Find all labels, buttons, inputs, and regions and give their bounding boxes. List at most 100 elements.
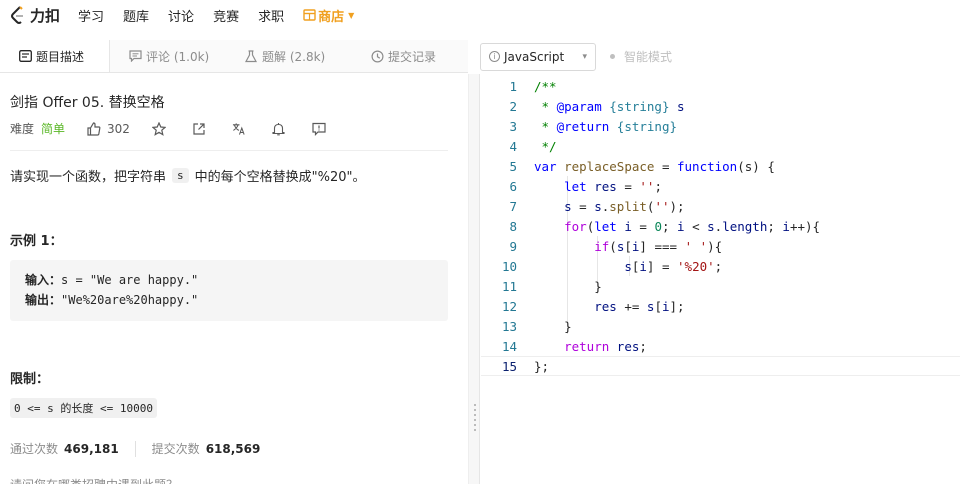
example-output-label: 输出：	[25, 293, 62, 307]
store-icon	[303, 9, 316, 21]
code-line: 13 }	[481, 316, 960, 336]
comment-icon	[128, 49, 142, 63]
description-icon	[18, 49, 32, 63]
difficulty-label: 难度	[10, 122, 35, 136]
info-icon: i	[489, 51, 500, 62]
code-line: 12 res += s[i];	[481, 296, 960, 316]
code-line: 6 let res = '';	[481, 176, 960, 196]
limit-title: 限制：	[10, 372, 50, 387]
code-line-current: 15};	[481, 356, 960, 376]
code-line: 5 var replaceSpace = function(s) {	[481, 156, 960, 176]
translate-icon[interactable]	[232, 122, 246, 136]
stats-divider	[134, 440, 136, 457]
nav-contest[interactable]: 竞赛	[213, 6, 239, 25]
interview-question-prompt[interactable]: 请问您在哪类招聘中遇到此题？	[10, 476, 178, 484]
logo-icon	[10, 6, 26, 24]
line-number: 9	[509, 238, 517, 254]
language-value: JavaScript	[504, 49, 565, 64]
nav-store[interactable]: 商店 ▼	[303, 6, 354, 25]
feedback-icon[interactable]	[312, 122, 326, 136]
like-button[interactable]: 302	[87, 122, 130, 136]
difficulty-badge: 简单	[41, 122, 66, 136]
line-number: 1	[509, 78, 517, 94]
nav-jobs[interactable]: 求职	[258, 6, 284, 25]
top-navbar: 力扣 学习 题库 讨论 竞赛 求职 商店 ▼	[0, 0, 960, 30]
divider	[10, 150, 448, 151]
example-title: 示例 1：	[10, 234, 63, 249]
thumbs-up-icon	[87, 121, 101, 136]
example-output: "We%20are%20happy."	[61, 293, 199, 307]
code-line: 1/**	[481, 76, 960, 96]
nav-problems[interactable]: 题库	[123, 6, 149, 25]
accepted-label: 通过次数	[10, 442, 59, 456]
description-text: 请实现一个函数，把字符串	[10, 170, 167, 185]
tab-solutions-label: 题解 (2.8k)	[262, 49, 326, 64]
code-editor[interactable]: 1/** 2 * @param {string} s 3 * @return {…	[481, 74, 960, 484]
bell-icon[interactable]	[272, 122, 286, 136]
submitted-label: 提交次数	[151, 442, 200, 456]
problem-description: 请实现一个函数，把字符串 s 中的每个空格替换成"%20"。	[10, 166, 366, 185]
line-number: 12	[501, 298, 517, 314]
dot-icon	[610, 54, 615, 59]
chevron-down-icon: ▼	[348, 10, 355, 20]
like-count: 302	[107, 121, 130, 136]
drag-grip-icon	[474, 404, 476, 434]
tab-comments-label: 评论 (1.0k)	[146, 49, 210, 64]
accepted-count: 469,181	[64, 441, 119, 456]
tab-comments[interactable]: 评论 (1.0k)	[110, 40, 226, 72]
line-number: 14	[501, 338, 517, 354]
description-text-end: 中的每个空格替换成"%20"。	[194, 170, 366, 185]
logo-text: 力扣	[30, 6, 61, 25]
code-line: 2 * @param {string} s	[481, 96, 960, 116]
problem-title: 剑指 Offer 05. 替换空格	[10, 95, 165, 111]
nav-discuss[interactable]: 讨论	[168, 6, 194, 25]
submission-stats: 通过次数 469,181 提交次数 618,569	[10, 440, 260, 457]
leetcode-logo[interactable]: 力扣	[10, 5, 60, 26]
smart-mode-label: 智能模式	[624, 50, 673, 64]
smart-mode-toggle[interactable]: 智能模式	[610, 48, 672, 65]
code-line: 14 return res;	[481, 336, 960, 356]
problem-description-panel: 剑指 Offer 05. 替换空格 难度 简单 302 请实现一个函数，把字符串…	[0, 74, 468, 484]
line-number: 13	[501, 318, 517, 334]
line-number: 8	[509, 218, 517, 234]
line-number: 2	[509, 98, 517, 114]
inline-code: s	[172, 168, 189, 183]
line-number: 5	[509, 158, 517, 174]
nav-learn[interactable]: 学习	[78, 6, 104, 25]
tab-submissions[interactable]: 提交记录	[352, 40, 468, 72]
tab-solutions[interactable]: 题解 (2.8k)	[226, 40, 352, 72]
code-line: 10 s[i] = '%20';	[481, 256, 960, 276]
line-number: 10	[501, 258, 517, 274]
example-block: 输入：s = "We are happy." 输出："We%20are%20ha…	[10, 260, 448, 321]
submitted-count: 618,569	[205, 441, 261, 456]
code-line: 4 */	[481, 136, 960, 156]
line-number: 7	[509, 198, 517, 214]
line-number: 3	[509, 118, 517, 134]
code-line: 3 * @return {string}	[481, 116, 960, 136]
line-number: 11	[501, 278, 517, 294]
editor-toolbar: i JavaScript ▾ 智能模式	[470, 40, 960, 73]
chevron-down-icon: ▾	[582, 51, 587, 62]
line-number: 4	[509, 138, 517, 154]
panel-resize-handle[interactable]	[468, 74, 480, 484]
line-number: 6	[509, 178, 517, 194]
flask-icon	[244, 49, 258, 63]
tab-description-label: 题目描述	[36, 49, 85, 64]
problem-meta: 难度 简单 302	[10, 120, 352, 137]
language-select[interactable]: i JavaScript ▾	[480, 42, 596, 71]
code-line: 8 for(let i = 0; i < s.length; i++){	[481, 216, 960, 236]
example-input: s = "We are happy."	[61, 273, 199, 287]
store-label: 商店	[318, 9, 345, 25]
code-line: 7 s = s.split('');	[481, 196, 960, 216]
tab-submissions-label: 提交记录	[388, 49, 437, 64]
code-line: 11 }	[481, 276, 960, 296]
tab-description[interactable]: 题目描述	[0, 40, 110, 72]
limit-code: 0 <= s 的长度 <= 10000	[10, 398, 157, 418]
clock-icon	[370, 49, 384, 63]
code-line: 9 if(s[i] === ' '){	[481, 236, 960, 256]
example-input-label: 输入：	[25, 273, 62, 287]
star-icon[interactable]	[151, 121, 166, 136]
problem-tabs: 题目描述 评论 (1.0k) 题解 (2.8k) 提交记录	[0, 40, 468, 73]
line-number: 15	[501, 358, 517, 374]
share-icon[interactable]	[192, 122, 206, 136]
